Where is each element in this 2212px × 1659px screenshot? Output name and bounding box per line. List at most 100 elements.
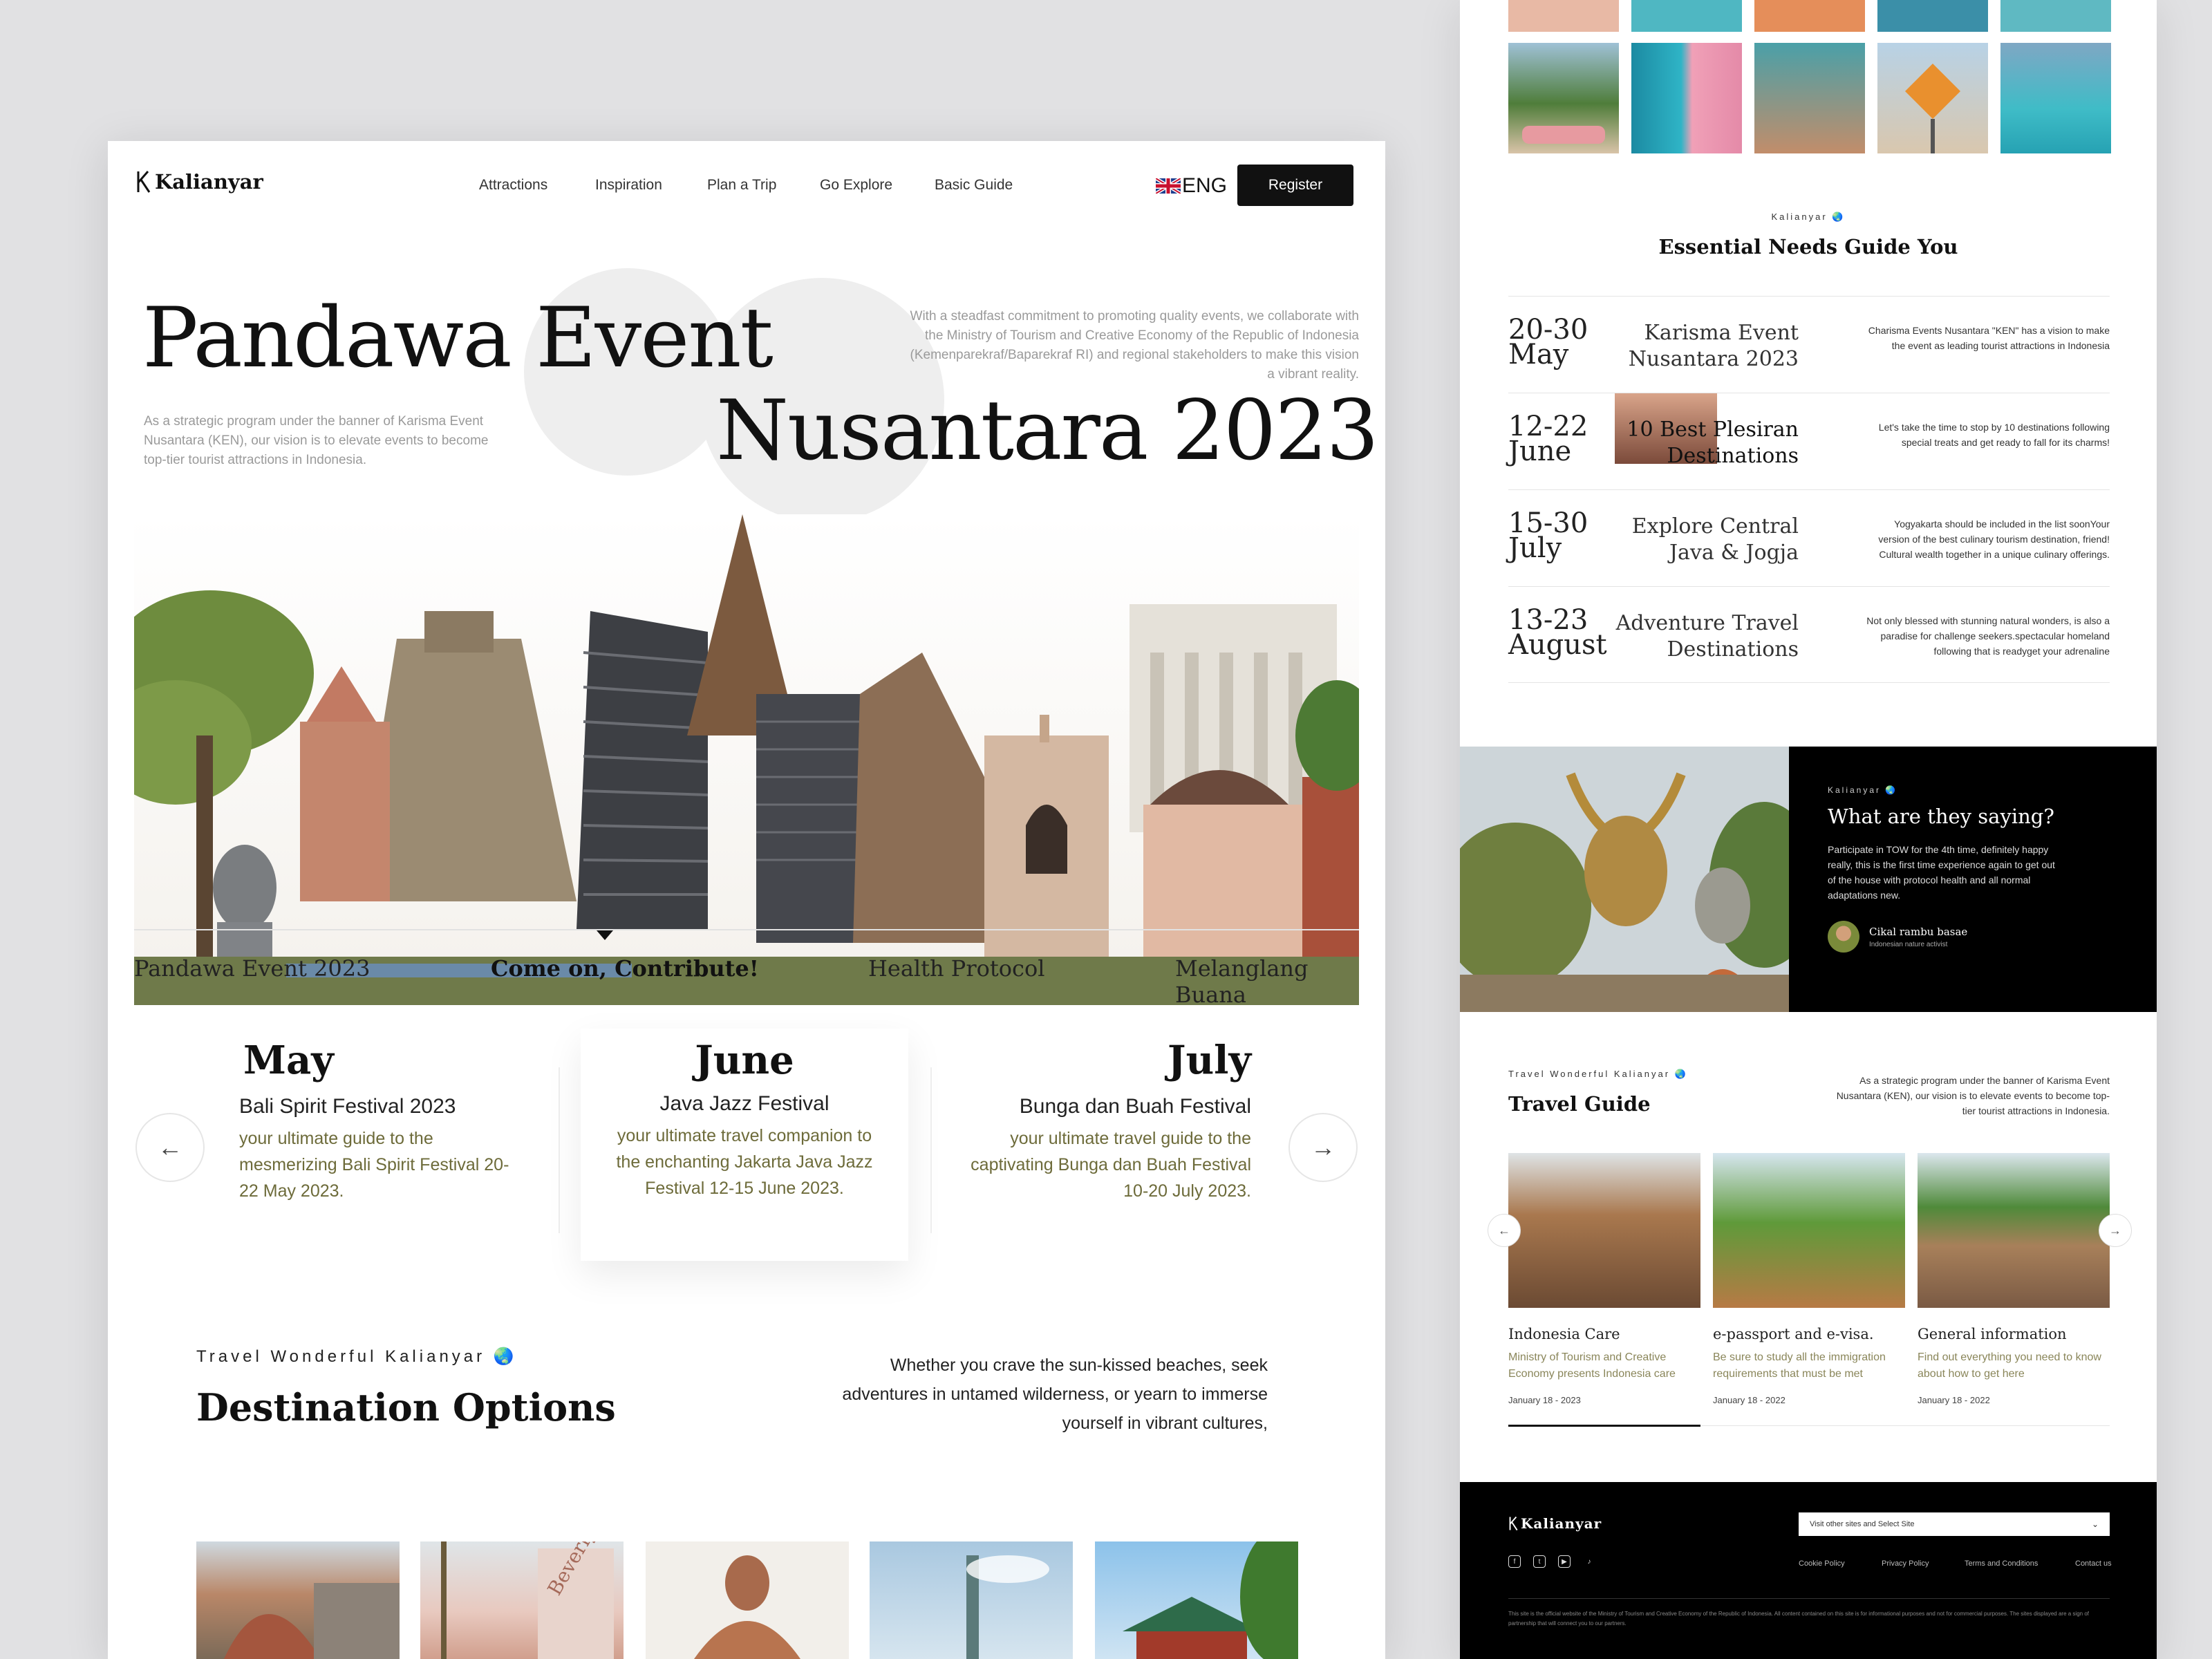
hero-intro-left: As a strategic program under the banner … xyxy=(144,414,489,467)
footer-divider xyxy=(1508,1598,2110,1599)
testimonial-panel: Kalianyar 🌏 What are they saying? Partic… xyxy=(1789,747,2157,1012)
essential-title: Essential Needs Guide You xyxy=(1658,235,1958,259)
tab-health-protocol[interactable]: Health Protocol xyxy=(868,955,1044,982)
gallery-photo[interactable] xyxy=(1754,43,1865,153)
month-label: July xyxy=(1167,1038,1251,1083)
nav-attractions[interactable]: Attractions xyxy=(479,177,547,194)
guide-desc: Charisma Events Nusantara "KEN" has a vi… xyxy=(1868,325,2110,351)
footer-notice: This site is the official website of the… xyxy=(1508,1611,2089,1627)
register-button[interactable]: Register xyxy=(1237,165,1353,206)
brand-name: Kalianyar xyxy=(155,170,263,194)
testimonial-eyebrow: Kalianyar 🌏 xyxy=(1828,785,1898,795)
travel-guide-title: Travel Guide xyxy=(1508,1092,1651,1116)
testimonial-title: What are they saying? xyxy=(1828,805,2054,828)
guide-date: 12-22 June xyxy=(1508,411,1588,467)
gallery-photo[interactable] xyxy=(2000,0,2111,32)
site-select-label: Visit other sites and Select Site xyxy=(1810,1520,1915,1528)
destination-photo-florence[interactable] xyxy=(196,1541,400,1659)
arrow-left-icon: ← xyxy=(1498,1223,1510,1237)
month-card-june[interactable]: June Java Jazz Festival your ultimate tr… xyxy=(581,1029,908,1261)
gallery-photo[interactable] xyxy=(1631,0,1742,32)
month-card-may[interactable]: May Bali Spirit Festival 2023 your ultim… xyxy=(239,1033,529,1240)
footer-link-terms[interactable]: Terms and Conditions xyxy=(1965,1559,2038,1568)
month-card-july[interactable]: July Bunga dan Buah Festival your ultima… xyxy=(965,1033,1251,1240)
card-title: General information xyxy=(1918,1326,2067,1342)
gallery-photo[interactable] xyxy=(1508,0,1619,32)
hero-title-line1: Pandawa Event xyxy=(142,290,774,386)
gallery-photo[interactable] xyxy=(1877,0,1988,32)
language-switcher[interactable]: ENG xyxy=(1156,174,1227,198)
nav-go-explore[interactable]: Go Explore xyxy=(820,177,892,194)
carousel-prev-button[interactable]: ← xyxy=(135,1113,205,1182)
hero-collage-image xyxy=(134,514,1359,1005)
hero-title-line2: Nusantara 2023 xyxy=(716,383,1379,479)
twitter-icon[interactable]: t xyxy=(1533,1555,1546,1568)
travel-guide-prev-button[interactable]: ← xyxy=(1488,1214,1521,1247)
logo-mark-icon xyxy=(137,171,151,193)
nav-basic-guide[interactable]: Basic Guide xyxy=(935,177,1013,194)
travel-guide-card[interactable]: Indonesia Care Ministry of Tourism and C… xyxy=(1508,1153,1700,1427)
month-label: June xyxy=(695,1038,794,1083)
tabs-divider xyxy=(134,929,1359,930)
event-desc: your ultimate guide to the mesmerizing B… xyxy=(239,1129,509,1201)
logo-mark-icon xyxy=(1509,1516,1518,1531)
carousel-next-button[interactable]: → xyxy=(1288,1113,1358,1182)
nav-plan-a-trip[interactable]: Plan a Trip xyxy=(707,177,776,194)
event-desc: your ultimate travel guide to the captiv… xyxy=(971,1129,1251,1201)
card-date: January 18 - 2022 xyxy=(1713,1395,1785,1405)
language-label: ENG xyxy=(1182,174,1228,197)
brand-logo[interactable]: Kalianyar xyxy=(135,170,263,194)
arrow-left-icon: ← xyxy=(158,1133,182,1161)
footer-brand[interactable]: Kalianyar xyxy=(1508,1515,1602,1532)
card-date: January 18 - 2023 xyxy=(1508,1395,1581,1405)
tab-melanglang-buana[interactable]: Melanglang Buana xyxy=(1175,955,1385,1008)
facebook-icon[interactable]: f xyxy=(1508,1555,1521,1568)
tiktok-icon[interactable]: ♪ xyxy=(1583,1555,1595,1568)
guide-date: 15-30 July xyxy=(1508,507,1588,564)
month-divider xyxy=(559,1067,560,1233)
gallery-photo[interactable] xyxy=(1631,43,1742,153)
destinations-title: Destination Options xyxy=(196,1385,616,1430)
guide-row[interactable]: 15-30 July Explore Central Java & Jogja Y… xyxy=(1508,489,2110,586)
travel-guide-next-button[interactable]: → xyxy=(2099,1214,2132,1247)
card-desc: Find out everything you need to know abo… xyxy=(1918,1351,2101,1380)
tab-contribute[interactable]: Come on, Contribute! xyxy=(491,955,759,982)
travel-guide-divider xyxy=(1702,1425,2110,1426)
guide-title: 10 Best Plesiran Destinations xyxy=(1627,418,1799,468)
card-active-underline xyxy=(1508,1425,1700,1427)
hero-intro-right: With a steadfast commitment to promoting… xyxy=(910,309,1360,382)
destinations-eyebrow: Travel Wonderful Kalianyar 🌏 xyxy=(196,1347,518,1366)
youtube-icon[interactable]: ▶ xyxy=(1558,1555,1571,1568)
gallery-photo[interactable] xyxy=(2000,43,2111,153)
footer-link-cookie[interactable]: Cookie Policy xyxy=(1799,1559,1845,1568)
travel-guide-desc: As a strategic program under the banner … xyxy=(1836,1075,2110,1116)
author-name: Cikal rambu basae xyxy=(1869,925,1968,938)
destination-photo-buddha-statue[interactable] xyxy=(646,1541,849,1659)
destination-photo-column[interactable] xyxy=(870,1541,1073,1659)
nav-inspiration[interactable]: Inspiration xyxy=(595,177,662,194)
destination-photo-pagoda[interactable] xyxy=(1095,1541,1298,1659)
tab-pandawa-event[interactable]: Pandawa Event 2023 xyxy=(134,955,370,982)
landing-page-continuation: Kalianyar 🌏 Essential Needs Guide You 20… xyxy=(1460,0,2157,1659)
travel-guide-card[interactable]: e-passport and e-visa. Be sure to study … xyxy=(1713,1153,1905,1405)
gallery-photo[interactable] xyxy=(1508,43,1619,153)
guide-title: Adventure Travel Destinations xyxy=(1615,611,1799,662)
essential-eyebrow: Kalianyar 🌏 xyxy=(1771,212,1846,222)
card-image xyxy=(1713,1153,1905,1308)
card-desc: Be sure to study all the immigration req… xyxy=(1713,1351,1886,1380)
guide-row[interactable]: 20-30 May Karisma Event Nusantara 2023 Ch… xyxy=(1508,296,2110,393)
gallery-photo[interactable] xyxy=(1754,0,1865,32)
gallery-photo[interactable] xyxy=(1877,43,1988,153)
destination-photo-beverly-hills[interactable]: Beverly xyxy=(420,1541,624,1659)
chevron-down-icon: ⌄ xyxy=(2091,1519,2099,1529)
guide-row[interactable]: 13-23 August Adventure Travel Destination… xyxy=(1508,586,2110,683)
travel-guide-card[interactable]: General information Find out everything … xyxy=(1918,1153,2110,1405)
landing-page-main: Kalianyar Attractions Inspiration Plan a… xyxy=(108,141,1385,1659)
guide-row[interactable]: 12-22 June 10 Best Plesiran Destinations … xyxy=(1508,393,2110,489)
site-select[interactable]: Visit other sites and Select Site ⌄ xyxy=(1799,1512,2110,1536)
guide-title: Karisma Event Nusantara 2023 xyxy=(1628,321,1799,371)
guide-date: 20-30 May xyxy=(1508,314,1588,371)
guide-desc: Yogyakarta should be included in the lis… xyxy=(1878,518,2110,560)
footer-link-contact[interactable]: Contact us xyxy=(2075,1559,2112,1568)
footer-link-privacy[interactable]: Privacy Policy xyxy=(1882,1559,1929,1568)
